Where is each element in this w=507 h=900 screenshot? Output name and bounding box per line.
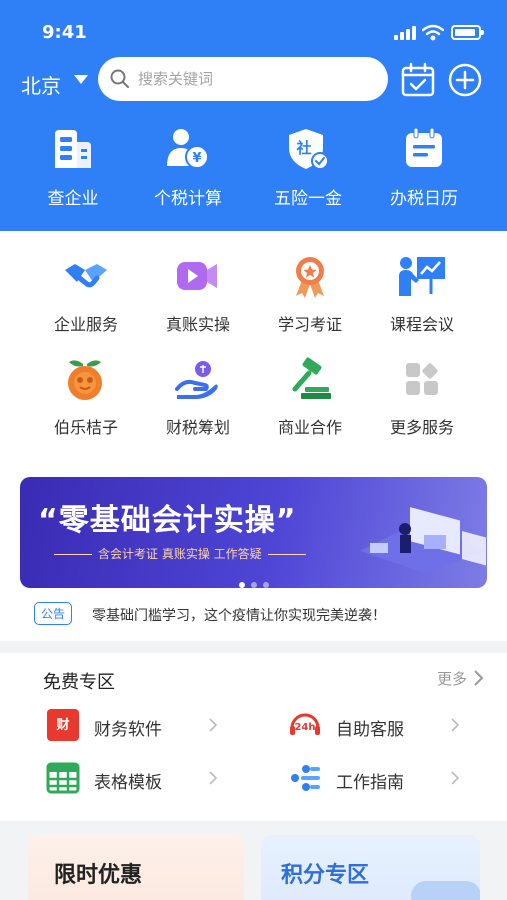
service-courses-meetings[interactable]: 课程会议 xyxy=(364,251,480,335)
promo-card-points-zone[interactable]: 积分专区 xyxy=(261,835,480,900)
quick-action-tax-calculator[interactable]: ¥ 个税计算 xyxy=(128,124,248,209)
svg-text:财: 财 xyxy=(56,717,69,733)
battery-icon xyxy=(451,25,484,40)
service-label: 学习考证 xyxy=(277,315,342,334)
caret-down-icon[interactable] xyxy=(74,75,88,84)
banner-title: “零基础会计实操” xyxy=(38,503,297,538)
service-enterprise[interactable]: 企业服务 xyxy=(28,251,144,335)
quick-actions: 查企业 ¥ 个税计算 社 五险一金 办税日历 xyxy=(0,124,507,224)
chevron-right-icon xyxy=(209,771,218,785)
app-header: 9:41 北京 搜索关键词 查企业 ¥ 个税计算 社 五险一金 办税日历 xyxy=(0,0,507,231)
social-insurance-shield-icon: 社 xyxy=(289,129,329,170)
service-more[interactable]: 更多服务 xyxy=(364,354,480,438)
quick-action-tax-calendar[interactable]: 办税日历 xyxy=(364,124,484,209)
banner-section: “零基础会计实操” 含会计考证 真账实操 工作答疑 公告 零基础门槛学习，这个疫… xyxy=(0,458,507,641)
quick-action-label: 五险一金 xyxy=(274,189,342,209)
notice-text[interactable]: 零基础门槛学习，这个疫情让你实现完美逆袭！ xyxy=(92,605,386,625)
cellular-signal-icon xyxy=(394,26,416,40)
quick-action-label: 查企业 xyxy=(47,189,99,209)
decorative-shape xyxy=(411,881,480,900)
chevron-right-icon[interactable] xyxy=(473,668,485,688)
notice-tag: 公告 xyxy=(34,602,73,625)
carousel-dot[interactable] xyxy=(262,582,269,588)
carousel-indicators[interactable] xyxy=(20,573,487,588)
free-item-label: 财务软件 xyxy=(94,720,162,740)
wifi-icon xyxy=(422,24,444,41)
quick-action-label: 办税日历 xyxy=(390,189,458,209)
search-icon xyxy=(110,69,129,88)
free-item-self-service[interactable]: 24h 自助客服 xyxy=(288,708,507,744)
quick-action-company-lookup[interactable]: 查企业 xyxy=(13,124,133,209)
service-label: 商业合作 xyxy=(277,418,342,437)
service-real-accounting[interactable]: 真账实操 xyxy=(140,251,256,335)
chevron-right-icon xyxy=(209,718,218,732)
svg-text:社: 社 xyxy=(295,139,311,157)
status-bar: 9:41 xyxy=(0,22,507,44)
free-item-work-guide[interactable]: 工作指南 xyxy=(288,761,507,797)
free-item-spreadsheet-templates[interactable]: 表格模板 xyxy=(46,761,266,797)
handshake-icon xyxy=(65,264,107,288)
banner-subtitle-row: 含会计考证 真账实操 工作答疑 xyxy=(48,545,312,562)
service-label: 更多服务 xyxy=(389,418,454,437)
service-tax-planning[interactable]: 财税筹划 xyxy=(140,354,256,438)
tax-calendar-icon xyxy=(406,127,442,167)
service-label: 财税筹划 xyxy=(165,418,230,437)
search-input[interactable] xyxy=(138,69,368,89)
free-item-label: 自助客服 xyxy=(336,720,404,740)
office-illustration xyxy=(360,507,486,573)
notice-bar[interactable]: 公告 零基础门槛学习，这个疫情让你实现完美逆袭！ xyxy=(34,600,484,628)
gavel-icon xyxy=(292,357,331,399)
more-grid-icon xyxy=(406,363,438,395)
carousel-dot[interactable] xyxy=(250,582,257,588)
hand-coin-icon xyxy=(175,361,218,399)
carousel-dot[interactable] xyxy=(238,582,245,588)
spreadsheet-icon xyxy=(46,762,80,794)
services-grid: 企业服务 真账实操 学习考证 课程会议 伯乐桔子 财税筹划 商业合作 更多服务 xyxy=(0,231,507,458)
service-label: 真账实操 xyxy=(165,315,230,334)
status-time: 9:41 xyxy=(42,22,87,43)
section-title: 免费专区 xyxy=(43,672,115,693)
svg-text:24h: 24h xyxy=(294,722,315,733)
building-icon xyxy=(55,130,91,168)
free-item-label: 工作指南 xyxy=(336,773,404,793)
promo-title: 积分专区 xyxy=(281,863,370,888)
svg-text:¥: ¥ xyxy=(192,151,201,166)
finance-software-icon: 财 xyxy=(47,709,79,741)
promo-card-limited-offer[interactable]: 限时优惠 xyxy=(28,835,244,900)
guide-icon xyxy=(291,765,320,791)
quick-action-social-insurance[interactable]: 社 五险一金 xyxy=(248,124,368,209)
chevron-right-icon xyxy=(451,771,460,785)
free-item-label: 表格模板 xyxy=(94,773,162,793)
service-bole-orange[interactable]: 伯乐桔子 xyxy=(28,354,144,438)
service-label: 伯乐桔子 xyxy=(53,418,118,437)
award-medal-icon xyxy=(296,257,324,298)
banner-subtitle: 含会计考证 真账实操 工作答疑 xyxy=(98,547,262,561)
free-zone: 免费专区 更多 财 财务软件 24h 自助客服 表格模板 工作指南 xyxy=(0,653,507,821)
tax-person-icon: ¥ xyxy=(167,129,209,169)
support-24h-icon: 24h xyxy=(290,713,320,735)
promo-title: 限时优惠 xyxy=(54,863,143,888)
promo-banner[interactable]: “零基础会计实操” 含会计考证 真账实操 工作答疑 xyxy=(20,477,487,588)
city-selector[interactable]: 北京 xyxy=(21,70,61,99)
add-circle-icon[interactable] xyxy=(447,62,483,98)
chevron-right-icon xyxy=(451,718,460,732)
more-link[interactable]: 更多 xyxy=(437,668,467,689)
video-icon xyxy=(177,262,217,290)
calendar-check-icon[interactable] xyxy=(400,62,436,98)
free-item-finance-software[interactable]: 财 财务软件 xyxy=(46,708,266,744)
search-bar[interactable] xyxy=(98,57,388,101)
service-label: 课程会议 xyxy=(389,315,454,334)
service-label: 企业服务 xyxy=(53,315,118,334)
service-study-certificate[interactable]: 学习考证 xyxy=(252,251,368,335)
service-business-cooperation[interactable]: 商业合作 xyxy=(252,354,368,438)
quick-action-label: 个税计算 xyxy=(154,189,222,209)
presentation-icon xyxy=(399,257,445,296)
orange-icon xyxy=(68,360,102,400)
